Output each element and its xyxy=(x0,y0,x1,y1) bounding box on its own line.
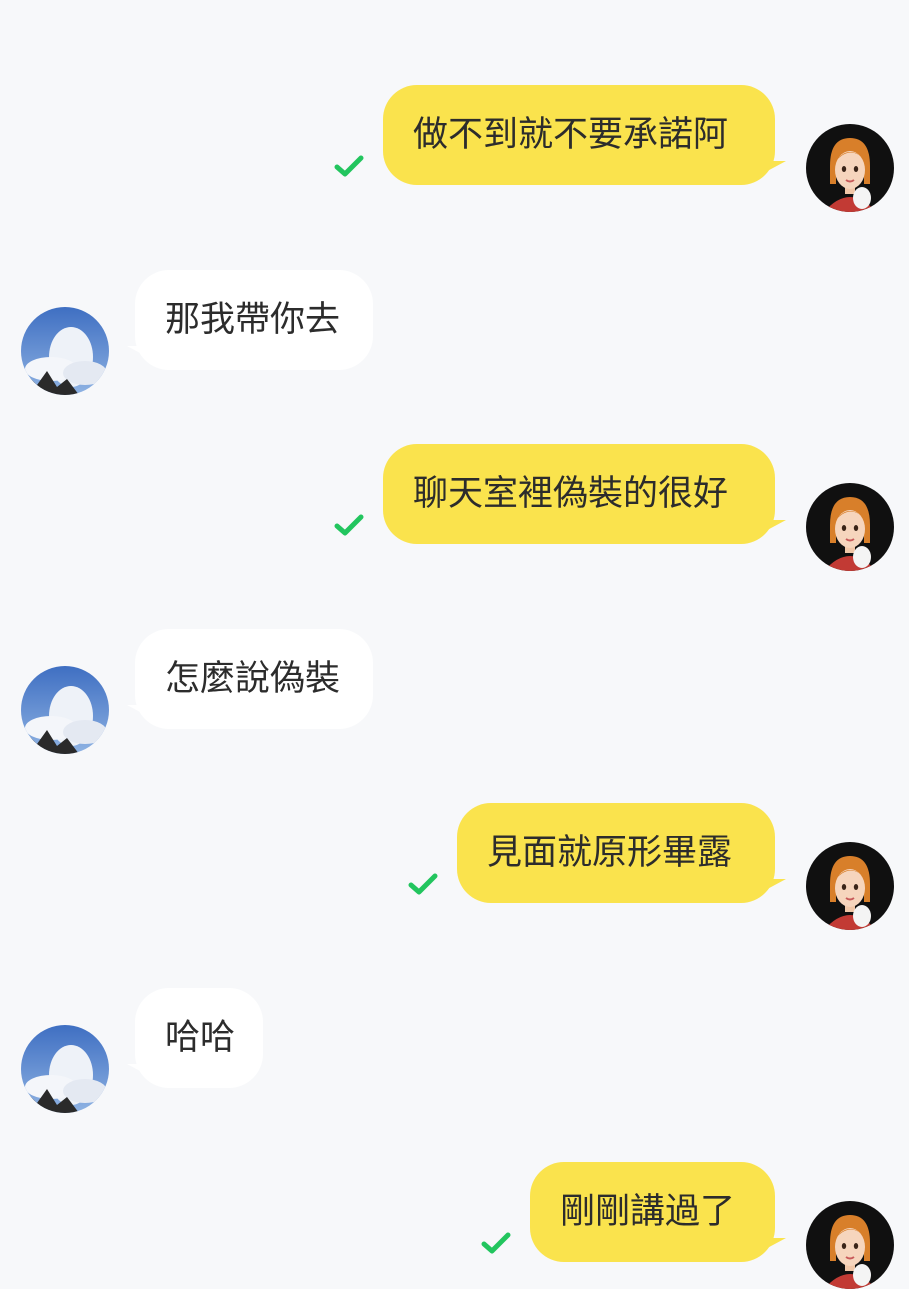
message-text: 那我帶你去 xyxy=(165,300,341,340)
read-check-icon xyxy=(334,514,364,536)
incoming-message-bubble[interactable]: 怎麼說偽裝 xyxy=(135,629,373,729)
message-text: 聊天室裡偽裝的很好 xyxy=(413,474,729,514)
outgoing-message-bubble[interactable]: 聊天室裡偽裝的很好 xyxy=(383,444,775,544)
read-check-icon xyxy=(408,873,438,895)
woman-avatar[interactable] xyxy=(806,124,894,212)
woman-avatar[interactable] xyxy=(806,1201,894,1289)
message-row-incoming: 怎麼說偽裝 xyxy=(0,629,909,754)
message-row-outgoing: 聊天室裡偽裝的很好 xyxy=(0,444,909,571)
message-text: 怎麼說偽裝 xyxy=(165,659,341,699)
message-text: 剛剛講過了 xyxy=(560,1192,736,1232)
outgoing-message-bubble[interactable]: 見面就原形畢露 xyxy=(457,803,775,903)
cloud-avatar[interactable] xyxy=(21,1025,109,1113)
message-text: 哈哈 xyxy=(165,1018,236,1058)
bubble-tail xyxy=(760,161,786,175)
message-row-outgoing: 剛剛講過了 xyxy=(0,1162,909,1289)
message-row-outgoing: 做不到就不要承諾阿 xyxy=(0,85,909,212)
message-row-incoming: 哈哈 xyxy=(0,988,909,1113)
woman-avatar[interactable] xyxy=(806,842,894,930)
message-text: 做不到就不要承諾阿 xyxy=(413,115,729,155)
message-text: 見面就原形畢露 xyxy=(487,833,733,873)
message-row-incoming: 那我帶你去 xyxy=(0,270,909,395)
outgoing-message-bubble[interactable]: 做不到就不要承諾阿 xyxy=(383,85,775,185)
incoming-message-bubble[interactable]: 哈哈 xyxy=(135,988,263,1088)
read-check-icon xyxy=(481,1232,511,1254)
cloud-avatar[interactable] xyxy=(21,307,109,395)
bubble-tail xyxy=(760,520,786,534)
outgoing-message-bubble[interactable]: 剛剛講過了 xyxy=(530,1162,775,1262)
incoming-message-bubble[interactable]: 那我帶你去 xyxy=(135,270,373,370)
bubble-tail xyxy=(760,879,786,893)
bubble-tail xyxy=(760,1238,786,1252)
woman-avatar[interactable] xyxy=(806,483,894,571)
message-row-outgoing: 見面就原形畢露 xyxy=(0,803,909,930)
cloud-avatar[interactable] xyxy=(21,666,109,754)
read-check-icon xyxy=(334,155,364,177)
chat-thread: 做不到就不要承諾阿 那我帶你去 聊天室裡偽裝的很好 怎麼說偽裝 見面就原形畢露 xyxy=(0,0,909,1289)
